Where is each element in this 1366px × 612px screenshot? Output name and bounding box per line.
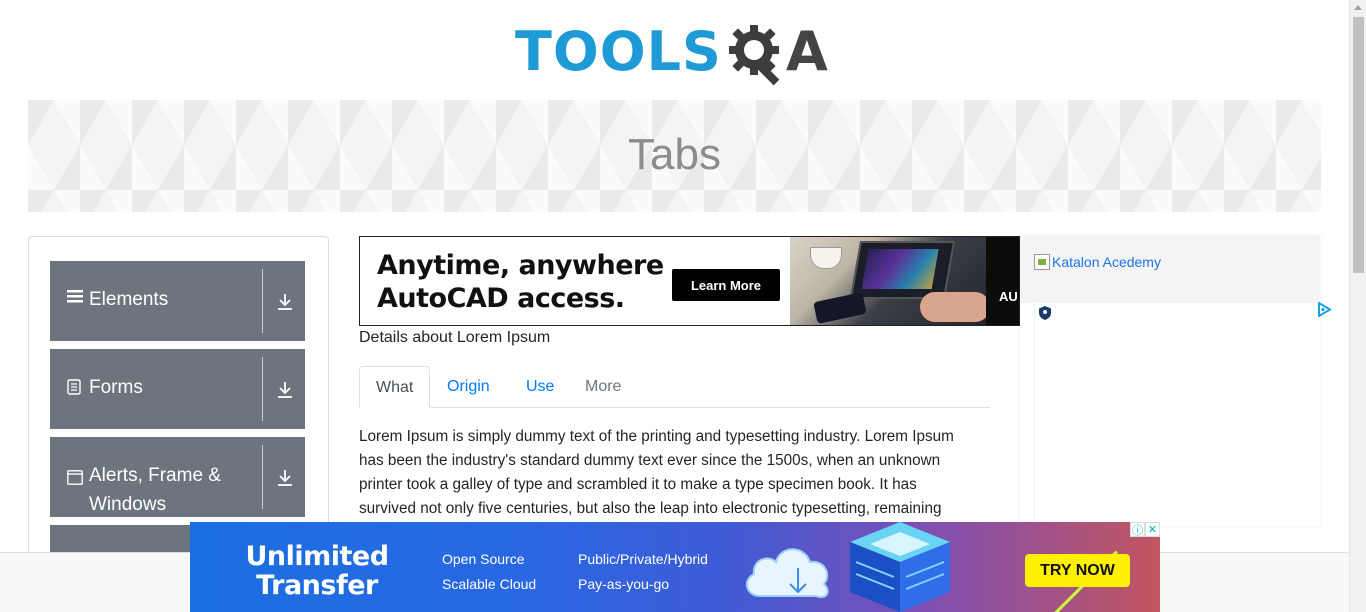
- logo-text-a: A: [785, 20, 828, 83]
- window-icon: [67, 469, 83, 490]
- ad-headline-line2: AutoCAD access.: [377, 283, 625, 314]
- tab-more[interactable]: More: [569, 366, 637, 408]
- content-line: has been the industry's standard dummy t…: [359, 452, 941, 469]
- autocad-ad[interactable]: Anytime, anywhere AutoCAD access. Learn …: [359, 236, 1020, 326]
- hand-image: [920, 292, 990, 322]
- divider: [262, 269, 263, 333]
- try-now-button[interactable]: TRY NOW: [1025, 554, 1130, 587]
- vertical-scrollbar[interactable]: [1349, 0, 1366, 612]
- tab-bar: What Origin Use More: [359, 366, 990, 408]
- ad-title: Unlimited Transfer: [242, 542, 392, 600]
- tab-use[interactable]: Use: [510, 366, 570, 408]
- ad-feature: Scalable Cloud: [442, 576, 537, 592]
- tab-what[interactable]: What: [359, 366, 431, 408]
- page-banner: Tabs: [28, 100, 1321, 212]
- ad-title-line1: Unlimited: [245, 541, 389, 572]
- adchoices-icon[interactable]: [1317, 301, 1332, 322]
- sidebar-group-label: Elements: [89, 289, 169, 310]
- cloud-icon: [740, 534, 836, 609]
- hamburger-icon: [67, 288, 83, 309]
- katalon-alt-text: Katalon Acedemy: [1052, 254, 1161, 270]
- ad-info-icon[interactable]: ⓘ: [1130, 522, 1145, 537]
- section-subtitle: Details about Lorem Ipsum: [359, 329, 551, 346]
- katalon-image-link[interactable]: Katalon Acedemy: [1034, 254, 1161, 270]
- gear-magnifier-icon: [726, 20, 788, 91]
- download-arrow-icon[interactable]: [275, 292, 295, 312]
- right-ad-header: Katalon Acedemy: [1020, 236, 1320, 303]
- ad-corner-controls: ⓘ ✕: [1130, 522, 1160, 537]
- logo-text-tools: TOOLS: [515, 20, 722, 83]
- sidebar-group-label: Alerts, Frame &: [89, 465, 221, 486]
- ad-feature: Pay-as-you-go: [578, 576, 670, 592]
- right-ad-body: [1034, 303, 1320, 526]
- tab-content-what: Lorem Ipsum is simply dummy text of the …: [359, 425, 992, 521]
- document-icon: [67, 379, 81, 400]
- ad-feature: Public/Private/Hybrid: [578, 551, 708, 567]
- scrollbar-thumb[interactable]: [1353, 17, 1364, 273]
- ad-feature: Open Source: [442, 551, 525, 567]
- page-title: Tabs: [628, 130, 721, 179]
- ad-fragment-text: AU: [999, 289, 1018, 304]
- shield-icon: [1039, 306, 1051, 325]
- content-line: survived not only five centuries, but al…: [359, 500, 942, 517]
- content-line: printer took a galley of type and scramb…: [359, 476, 917, 493]
- sidebar-group-label-line2: Windows: [89, 494, 167, 515]
- ad-close-icon[interactable]: ✕: [1145, 522, 1160, 537]
- learn-more-button[interactable]: Learn More: [672, 269, 780, 301]
- download-arrow-icon[interactable]: [275, 380, 295, 400]
- divider: [262, 445, 263, 509]
- sidebar-group-elements[interactable]: Elements: [50, 261, 305, 341]
- ad-headline: Anytime, anywhere AutoCAD access.: [377, 249, 664, 315]
- toolsqa-logo[interactable]: TOOLS A: [515, 14, 828, 90]
- ad-features-col1: Open Source Scalable Cloud: [442, 547, 536, 597]
- ad-title-line2: Transfer: [256, 570, 378, 601]
- laptop-icon: [849, 241, 956, 299]
- content-line: Lorem Ipsum is simply dummy text of the …: [359, 428, 954, 445]
- broken-image-icon: [1034, 254, 1050, 270]
- tab-origin[interactable]: Origin: [431, 366, 506, 408]
- right-ad[interactable]: Katalon Acedemy: [1020, 236, 1332, 526]
- sidebar-group-alerts[interactable]: Alerts, Frame & Windows: [50, 437, 305, 517]
- ad-black-panel: [986, 237, 1019, 325]
- page: TOOLS A Tabs Elements Forms Alerts, Fram…: [0, 0, 1366, 612]
- bottom-banner-ad[interactable]: Unlimited Transfer Open Source Scalable …: [190, 522, 1160, 612]
- server-stack-icon: [840, 522, 960, 612]
- ad-headline-line1: Anytime, anywhere: [377, 250, 664, 281]
- divider: [262, 357, 263, 421]
- scroll-up-arrow-icon[interactable]: [1354, 5, 1362, 10]
- site-header: TOOLS A: [0, 0, 1350, 100]
- sidebar-group-label: Forms: [89, 377, 143, 398]
- sidebar-group-forms[interactable]: Forms: [50, 349, 305, 429]
- download-arrow-icon[interactable]: [275, 468, 295, 488]
- ad-features-col2: Public/Private/Hybrid Pay-as-you-go: [578, 547, 708, 597]
